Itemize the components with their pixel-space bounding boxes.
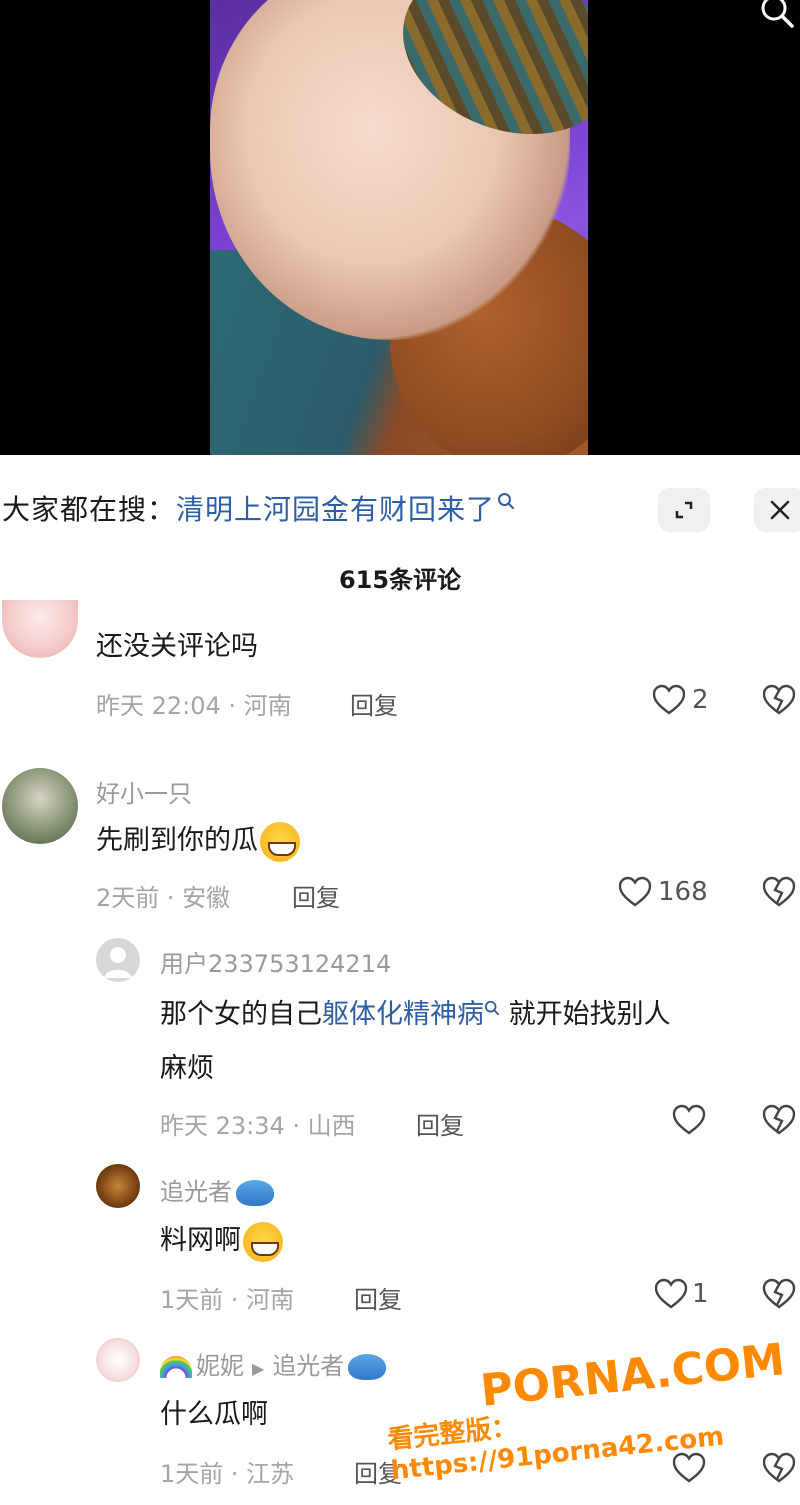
like-count: 168	[658, 877, 708, 907]
reply-text: 什么瓜啊	[160, 1399, 268, 1430]
reply-button[interactable]: 回复	[354, 1280, 402, 1315]
search-small-icon	[484, 1000, 500, 1016]
avatar[interactable]	[96, 1164, 140, 1208]
heart-icon	[654, 1278, 688, 1309]
like-button[interactable]: 168	[618, 876, 708, 908]
reply-username-text: 妮妮	[196, 1352, 244, 1380]
comment-username[interactable]: 好小一只	[96, 774, 192, 809]
reply-username[interactable]: 追光者	[160, 1172, 274, 1207]
search-suggestion-prefix: 大家都在搜：	[2, 493, 177, 526]
reply-username-text: 追光者	[160, 1178, 232, 1206]
comment-meta: 2天前 · 安徽	[96, 884, 231, 912]
video-frame	[210, 0, 588, 455]
reply-button[interactable]: 回复	[416, 1106, 464, 1141]
like-button[interactable]	[672, 1452, 706, 1484]
search-suggestion-term[interactable]: 清明上河园金有财回来了	[176, 488, 495, 528]
heart-icon	[652, 684, 686, 715]
reply-meta: 1天前 · 河南	[160, 1286, 295, 1314]
video-player[interactable]	[0, 0, 800, 455]
reply-text-part: 麻烦	[160, 1053, 214, 1084]
heart-icon	[672, 1104, 706, 1135]
reply-to-username[interactable]: 追光者	[272, 1352, 344, 1380]
dislike-icon[interactable]	[762, 1278, 796, 1310]
search-term-link[interactable]: 躯体化精神病	[322, 999, 484, 1030]
reply-text-part: 那个女的自己	[160, 999, 322, 1030]
reply-text: 那个女的自己躯体化精神病 就开始找别人麻烦	[160, 988, 790, 1096]
avatar[interactable]	[2, 768, 78, 844]
grin-emoji-icon	[260, 821, 300, 862]
comment-meta: 昨天 22:04 · 河南	[96, 692, 292, 720]
reply-text-part: 就开始找别人	[500, 999, 671, 1030]
reply-button[interactable]: 回复	[350, 686, 398, 721]
comment-text: 先刷到你的瓜	[96, 814, 300, 868]
avatar[interactable]	[2, 600, 78, 658]
laugh-cry-emoji-icon	[243, 1221, 283, 1262]
like-count: 2	[692, 685, 709, 715]
like-button[interactable]: 1	[654, 1278, 709, 1310]
avatar[interactable]	[96, 1338, 140, 1382]
expand-button[interactable]	[658, 488, 710, 532]
comment-text: 还没关评论吗	[96, 631, 258, 662]
reply-username[interactable]: 用户233753124214	[160, 944, 391, 979]
heart-icon	[618, 876, 652, 907]
default-avatar-icon	[104, 947, 132, 978]
search-small-icon	[498, 493, 515, 509]
heart-icon	[672, 1452, 706, 1483]
reply-text-body: 料网啊	[160, 1225, 241, 1256]
avatar[interactable]	[96, 938, 140, 982]
like-count: 1	[692, 1279, 709, 1309]
reply-username[interactable]: 妮妮 ▶ 追光者	[160, 1346, 387, 1381]
reply-meta: 昨天 23:34 · 山西	[160, 1112, 356, 1140]
search-icon[interactable]	[760, 0, 794, 28]
reply-text: 料网啊	[160, 1214, 283, 1268]
whale-badge-icon	[348, 1354, 387, 1380]
reply-arrow-icon: ▶	[252, 1359, 265, 1378]
dislike-icon[interactable]	[762, 1452, 796, 1484]
dislike-icon[interactable]	[762, 876, 796, 908]
dislike-icon[interactable]	[762, 684, 796, 716]
comment-text-body: 先刷到你的瓜	[96, 825, 258, 856]
dislike-icon[interactable]	[762, 1104, 796, 1136]
like-button[interactable]: 2	[652, 684, 709, 716]
rainbow-icon	[160, 1356, 192, 1378]
reply-meta: 1天前 · 江苏	[160, 1460, 295, 1488]
search-suggestion-bar: 大家都在搜： 清明上河园金有财回来了	[0, 478, 800, 538]
close-icon	[770, 500, 790, 520]
like-button[interactable]	[672, 1104, 706, 1136]
expand-icon	[675, 501, 693, 519]
whale-badge-icon	[236, 1180, 274, 1206]
close-button[interactable]	[754, 488, 800, 532]
comment-count: 615条评论	[338, 566, 462, 594]
reply-button[interactable]: 回复	[292, 878, 340, 913]
